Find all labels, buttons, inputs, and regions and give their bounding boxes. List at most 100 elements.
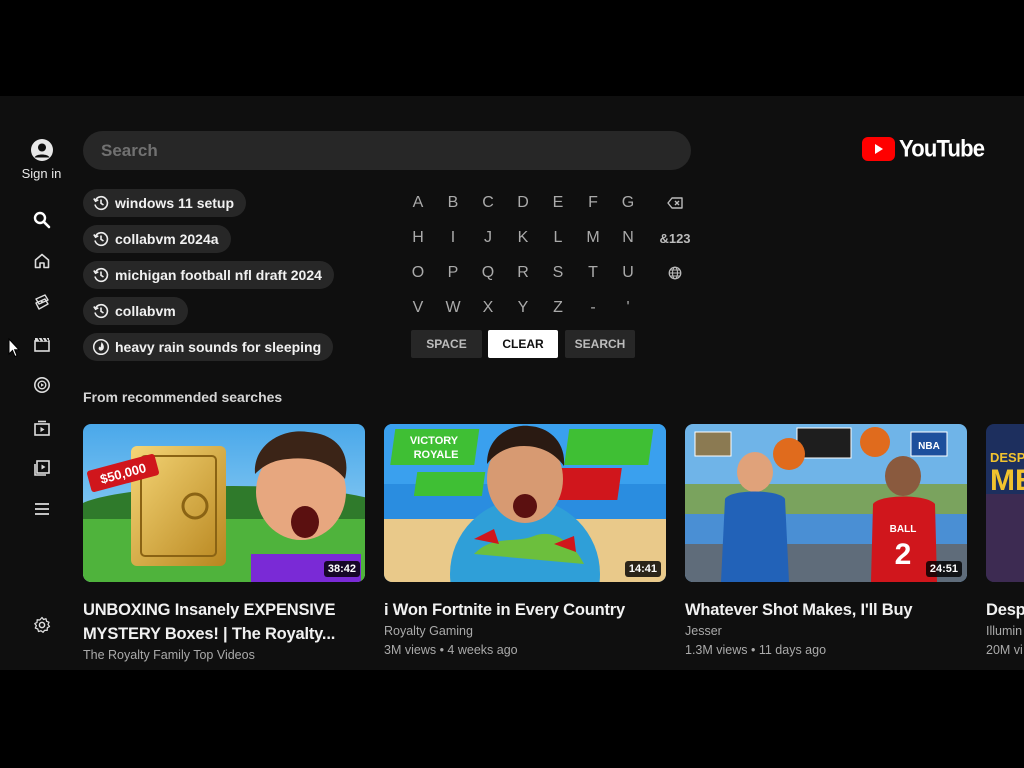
video-card[interactable]: NBA BALL 2 24:51 Whatever Shot Makes, I'…: [685, 424, 967, 657]
clear-button[interactable]: CLEAR: [488, 330, 558, 358]
search-icon: [33, 211, 50, 229]
sidebar-item-settings[interactable]: [0, 616, 83, 634]
key-w[interactable]: W: [438, 293, 468, 323]
history-icon: [93, 303, 109, 319]
video-thumbnail: VICTORY ROYALE 14:41: [384, 424, 666, 582]
key-u[interactable]: U: [613, 258, 643, 288]
video-title: i Won Fortnite in Every Country: [384, 601, 626, 619]
key-b[interactable]: B: [438, 188, 468, 218]
svg-text:ROYALE: ROYALE: [414, 449, 459, 461]
thumbnail-image-basketball: NBA BALL 2: [685, 424, 967, 582]
svg-text:DESPICA: DESPICA: [990, 450, 1024, 465]
key-v[interactable]: V: [403, 293, 433, 323]
key-j[interactable]: J: [473, 223, 503, 253]
video-thumbnail: $50,000 38:42: [83, 424, 365, 582]
history-icon: [93, 231, 109, 247]
video-title: UNBOXING Insanely EXPENSIVE MYSTERY Boxe…: [83, 601, 336, 643]
svg-text:NBA: NBA: [918, 441, 940, 452]
key-q[interactable]: Q: [473, 258, 503, 288]
sidebar-item-shorts[interactable]: [0, 293, 83, 311]
key-k[interactable]: K: [508, 223, 538, 253]
key-g[interactable]: G: [613, 188, 643, 218]
sidebar-item-menu[interactable]: [0, 502, 83, 516]
thumbnail-image-despicable: DESPICA ME: [986, 424, 1024, 582]
youtube-logo: YouTube: [862, 134, 985, 163]
video-thumbnail: NBA BALL 2 24:51: [685, 424, 967, 582]
suggestion-label: collabvm 2024a: [115, 231, 219, 247]
gear-icon: [33, 616, 50, 633]
suggestion-chip[interactable]: collabvm: [83, 297, 188, 325]
key-n[interactable]: N: [613, 223, 643, 253]
search-button[interactable]: SEARCH: [565, 330, 635, 358]
key-r[interactable]: R: [508, 258, 538, 288]
suggestion-chip[interactable]: windows 11 setup: [83, 189, 247, 217]
key-d[interactable]: D: [508, 188, 538, 218]
key-t[interactable]: T: [578, 258, 608, 288]
key-apostrophe[interactable]: ': [613, 293, 643, 323]
globe-icon: [668, 266, 682, 280]
svg-text:ME: ME: [990, 464, 1024, 497]
playlist-icon: [33, 460, 50, 476]
suggestion-label: collabvm: [115, 303, 176, 319]
mouse-cursor-icon: [8, 338, 20, 358]
key-h[interactable]: H: [403, 223, 433, 253]
home-icon: [34, 253, 49, 269]
video-duration: 38:42: [323, 561, 360, 577]
video-card[interactable]: DESPICA ME Desp Illumin 20M vi: [986, 424, 1024, 657]
account-icon: [30, 139, 53, 161]
key-m[interactable]: M: [578, 223, 608, 253]
key-hyphen[interactable]: -: [578, 293, 608, 323]
key-i[interactable]: I: [438, 223, 468, 253]
video-meta: 1.3M views • 11 days ago: [685, 643, 827, 657]
sidebar-item-music[interactable]: [0, 376, 83, 394]
suggestion-chip[interactable]: collabvm 2024a: [83, 225, 231, 253]
thumbnail-image-fortnite: VICTORY ROYALE: [384, 424, 666, 582]
key-c[interactable]: C: [473, 188, 503, 218]
search-placeholder: Search: [101, 140, 158, 160]
search-input[interactable]: Search: [83, 131, 691, 170]
key-p[interactable]: P: [438, 258, 468, 288]
section-title: From recommended searches: [83, 389, 283, 405]
shorts-icon: [34, 294, 49, 310]
space-button[interactable]: SPACE: [411, 330, 482, 358]
trending-icon: [92, 338, 110, 356]
video-thumbnail: DESPICA ME: [986, 424, 1024, 582]
svg-text:VICTORY: VICTORY: [410, 435, 459, 447]
key-backspace[interactable]: [660, 188, 690, 218]
sidebar-item-gaming[interactable]: [0, 419, 83, 437]
key-language[interactable]: [660, 258, 690, 288]
sidebar-item-home[interactable]: [0, 252, 83, 270]
suggestion-label: windows 11 setup: [115, 195, 235, 211]
key-s[interactable]: S: [543, 258, 573, 288]
video-duration: 24:51: [925, 561, 962, 577]
video-channel: Illumin: [986, 624, 1023, 638]
video-title: Desp: [986, 601, 1024, 619]
key-y[interactable]: Y: [508, 293, 538, 323]
video-channel: Jesser: [685, 624, 722, 638]
thumbnail-image-royalty: $50,000: [83, 424, 365, 582]
suggestion-chip[interactable]: michigan football nfl draft 2024: [83, 261, 334, 289]
key-symbols[interactable]: &123: [653, 223, 697, 253]
video-title: Whatever Shot Makes, I'll Buy: [685, 601, 913, 619]
key-l[interactable]: L: [543, 223, 573, 253]
suggestion-label: heavy rain sounds for sleeping: [115, 339, 322, 355]
key-f[interactable]: F: [578, 188, 608, 218]
video-card[interactable]: VICTORY ROYALE 14:41 i Won Fortnite in E…: [384, 424, 666, 657]
music-icon: [33, 377, 50, 393]
youtube-tv-search-screen: Sign in Search YouTube windows 11 setup …: [0, 96, 1024, 670]
key-z[interactable]: Z: [543, 293, 573, 323]
menu-icon: [34, 503, 49, 515]
logo-text: YouTube: [899, 134, 985, 163]
key-o[interactable]: O: [403, 258, 433, 288]
video-card[interactable]: $50,000 38:42 UNBOXING Insanely EXPENSIV…: [83, 424, 365, 662]
sign-in-button[interactable]: Sign in: [0, 138, 83, 181]
key-e[interactable]: E: [543, 188, 573, 218]
key-a[interactable]: A: [403, 188, 433, 218]
sidebar-item-search[interactable]: [0, 211, 83, 229]
key-x[interactable]: X: [473, 293, 503, 323]
video-channel: The Royalty Family Top Videos: [83, 648, 255, 662]
video-channel: Royalty Gaming: [384, 624, 473, 638]
suggestion-chip[interactable]: heavy rain sounds for sleeping: [83, 333, 334, 361]
gaming-icon: [33, 420, 50, 436]
sidebar-item-library[interactable]: [0, 459, 83, 477]
